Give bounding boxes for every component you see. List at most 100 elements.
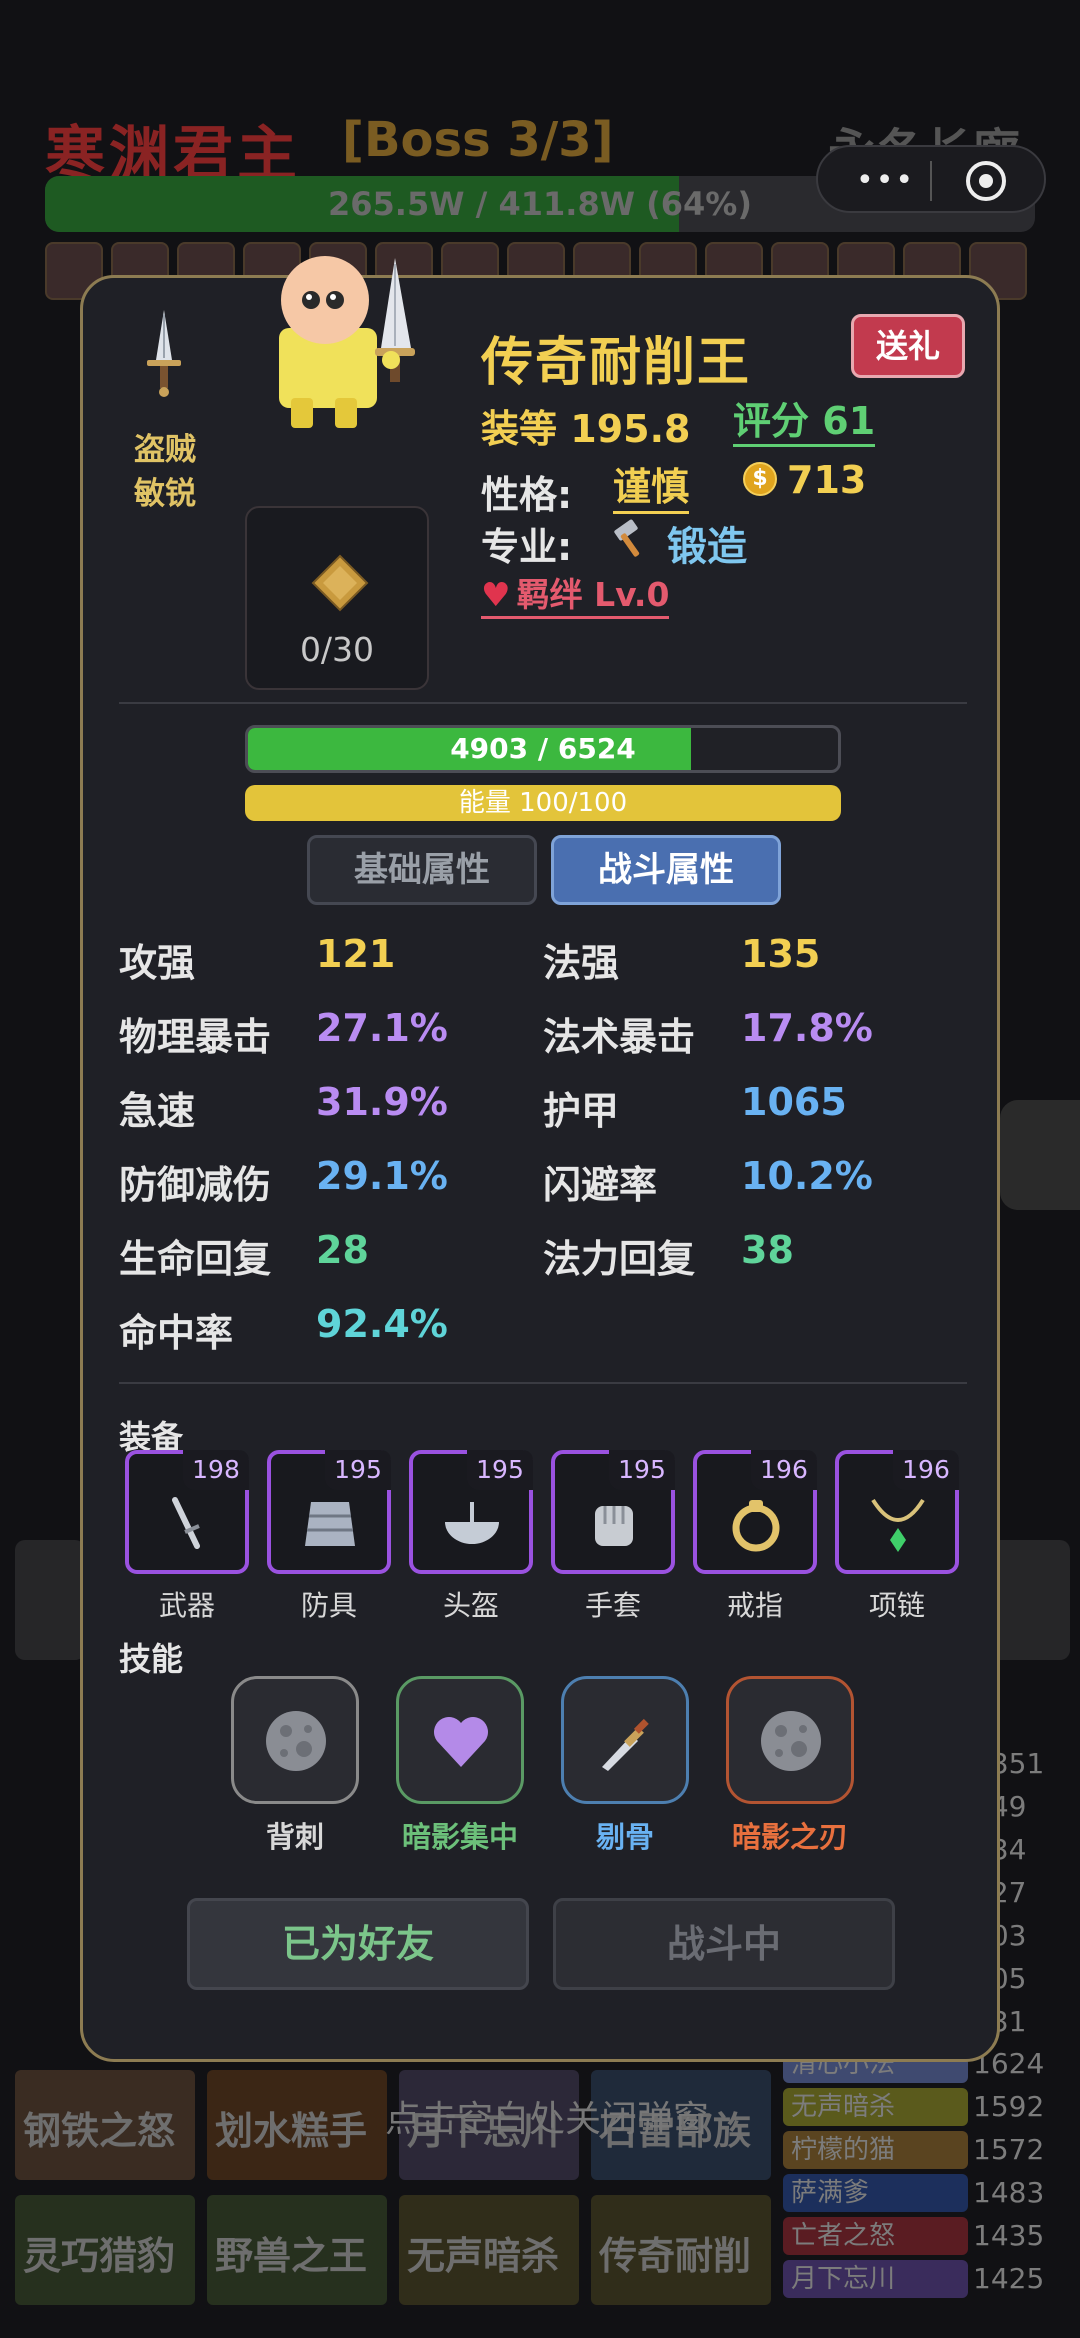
stat-value: 31.9% [316,1080,448,1124]
stat-value: 10.2% [741,1154,873,1198]
moon-icon [266,1711,326,1771]
skill-slot[interactable] [396,1676,524,1804]
skill-name: 背刺 [265,1820,324,1854]
equip-level: 198 [183,1450,249,1490]
stat-value: 92.4% [316,1302,448,1346]
equip-slot-ring[interactable]: 196 [693,1450,817,1574]
energy-text: 能量 100/100 [458,788,628,818]
stat-label: 法术暴击 [543,1015,696,1059]
hp-text: 4903 / 6524 [450,732,636,765]
equip-level: 195 [609,1450,675,1490]
heart-icon [434,1717,488,1767]
skill-slot[interactable] [231,1676,359,1804]
score-link[interactable]: 评分 61 [733,398,876,447]
tab-combat-stats[interactable]: 战斗属性 [551,835,781,905]
tab-basic-stats[interactable]: 基础属性 [307,835,537,905]
leaderboard-row: 亡者之怒 1435 [783,2217,1063,2255]
side-tab [1000,1100,1080,1210]
fighting-button[interactable]: 战斗中 [553,1898,895,1990]
skill-name: 剔骨 [595,1820,654,1854]
gold-coin-icon: $ [743,462,777,496]
stat-label: 防御减伤 [119,1163,272,1207]
skill-slot[interactable] [561,1676,689,1804]
profession-label: 专业: [481,525,573,569]
dagger-class-icon [147,310,181,397]
stat-value: 121 [316,932,396,976]
character-avatar [279,256,415,428]
stat-label: 攻强 [119,941,196,985]
equip-name: 防具 [300,1589,357,1622]
target-circle-icon[interactable] [966,161,1006,201]
skill-name: 暗影之刃 [731,1820,848,1854]
equip-level: 196 [893,1450,959,1490]
leaderboard-row: 月下忘川 1425 [783,2260,1063,2298]
gold-amount: 713 [787,458,867,502]
equip-name: 武器 [158,1589,215,1622]
equip-slot-weapon[interactable]: 198 [125,1450,249,1574]
moon-icon [761,1711,821,1771]
stat-label: 生命回复 [119,1237,272,1281]
equip-name: 手套 [584,1589,641,1622]
stat-label: 护甲 [543,1089,620,1133]
class-label: 盗贼 敏锐 [134,432,196,512]
equip-slot-armor[interactable]: 195 [267,1450,391,1574]
stat-value: 38 [741,1228,794,1272]
stat-label: 物理暴击 [119,1015,272,1059]
stat-label: 法强 [543,941,620,985]
helmet-icon [445,1502,499,1544]
side-button-right [990,1540,1070,1660]
section-divider [119,1382,967,1384]
equip-name: 项链 [868,1589,925,1622]
grid-cell: 传奇耐削 [591,2195,771,2305]
side-button-left [15,1540,85,1660]
armor-icon [305,1502,355,1546]
stat-value: 17.8% [741,1006,873,1050]
close-hint: 点击空白处关闭弹窗 [385,2099,710,2140]
equip-slot-necklace[interactable]: 196 [835,1450,959,1574]
capsule-divider [930,161,932,201]
sword-icon [172,1497,200,1549]
ring-icon [732,1500,780,1552]
grid-cell: 灵巧猎豹 [15,2195,195,2305]
gift-button[interactable]: 送礼 [851,314,965,378]
equip-level: 195 [325,1450,391,1490]
diamond-fragment-icon [311,554,369,612]
stat-label: 急速 [119,1089,196,1133]
friend-button[interactable]: 已为好友 [187,1898,529,1990]
grid-cell: 划水糕手 [207,2070,387,2180]
fragment-slot[interactable]: 0/30 [245,506,429,690]
character-detail-modal: 盗贼 敏锐 传奇耐削王 送礼 装等 195.8 评分 61 性格: 谨慎 $ 7… [80,256,1000,2062]
grid-cell: 野兽之王 [207,2195,387,2305]
more-dots-icon[interactable]: ••• [856,163,915,198]
skill-name: 暗影集中 [401,1820,518,1854]
hp-bar: 4903 / 6524 [245,725,841,773]
equip-slot-helmet[interactable]: 195 [409,1450,533,1574]
equip-level: 196 [751,1450,817,1490]
boss-progress: [Boss 3/3] [342,112,614,168]
energy-bar: 能量 100/100 [245,785,841,821]
player-name: 传奇耐削王 [481,333,752,393]
bond-level[interactable]: ♥ 羁绊 Lv.0 [481,574,670,619]
section-divider [119,702,967,704]
stat-value: 1065 [741,1080,847,1124]
leaderboard-row: 无声暗杀 1592 [783,2088,1063,2126]
grid-cell: 钢铁之怒 [15,2070,195,2180]
gear-level: 装等 195.8 [481,407,691,451]
heart-icon: ♥ [481,575,511,614]
equip-slot-gloves[interactable]: 195 [551,1450,675,1574]
stat-label: 闪避率 [543,1163,658,1207]
stat-value: 27.1% [316,1006,448,1050]
necklace-icon [871,1498,925,1552]
equip-level: 195 [467,1450,533,1490]
skills-title: 技能 [119,1640,184,1678]
stat-value: 28 [316,1228,369,1272]
skill-slot[interactable] [726,1676,854,1804]
dagger-icon [602,1718,649,1771]
glove-icon [595,1506,633,1546]
fragment-count: 0/30 [299,630,375,669]
hammer-icon [614,519,640,557]
profession-value: 锻造 [667,524,747,570]
grid-cell: 无声暗杀 [399,2195,579,2305]
trait-value[interactable]: 谨慎 [613,463,690,514]
stat-value: 29.1% [316,1154,448,1198]
